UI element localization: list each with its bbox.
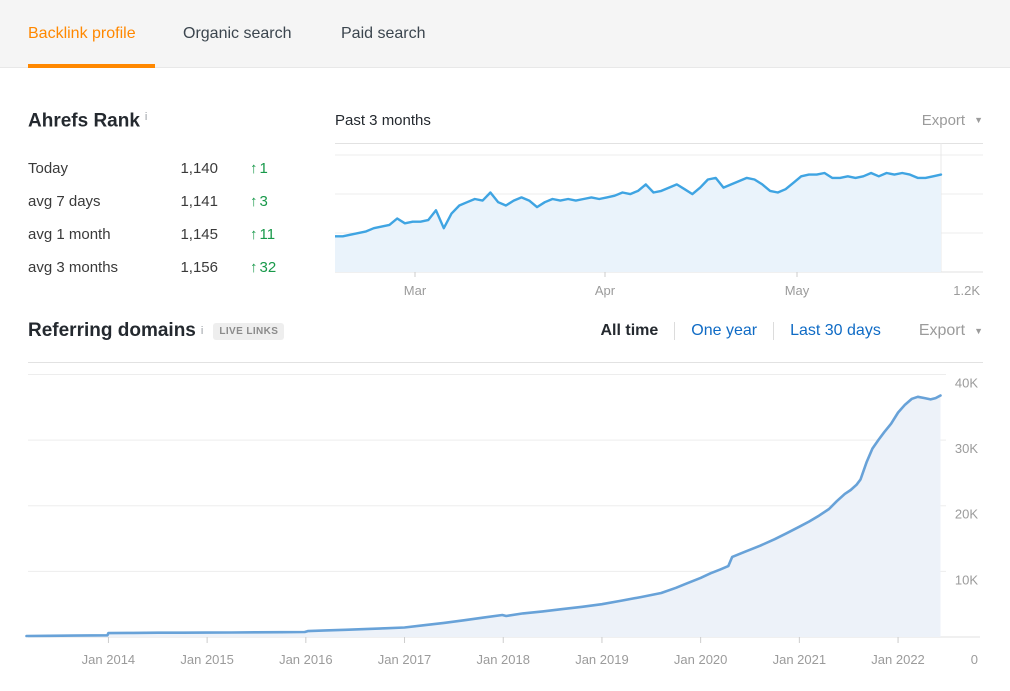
rank-chart[interactable]: Mar Apr May 1.2K — [335, 143, 983, 303]
x-axis-label: Apr — [595, 283, 616, 298]
rank-row-label: Today — [28, 160, 146, 177]
referring-domains-title: Referring domains — [28, 320, 196, 342]
x-axis-label: Jan 2014 — [82, 652, 136, 667]
info-icon[interactable]: i — [201, 325, 203, 337]
referring-export-button[interactable]: Export ▼ — [919, 322, 983, 340]
tab-organic-search[interactable]: Organic search — [183, 0, 292, 68]
rank-row-avg-3-months: avg 3 months 1,156 ↑32 — [28, 251, 288, 284]
filter-all-time[interactable]: All time — [600, 322, 658, 340]
x-axis-label: Jan 2016 — [279, 652, 333, 667]
tab-backlink-profile[interactable]: Backlink profile — [28, 0, 136, 68]
referring-domains-header: Referring domains i LIVE LINKS All time O… — [28, 314, 983, 348]
up-arrow-icon: ↑ — [250, 193, 258, 210]
caret-down-icon: ▼ — [974, 115, 983, 125]
caret-down-icon: ▼ — [974, 326, 983, 336]
rank-chart-header: Past 3 months Export ▼ — [335, 104, 983, 136]
up-arrow-icon: ↑ — [250, 160, 258, 177]
rank-delta-value: 32 — [260, 259, 277, 276]
x-axis-label: Jan 2019 — [575, 652, 629, 667]
tab-bar: Backlink profile Organic search Paid sea… — [0, 0, 1010, 68]
y-axis-label: 0 — [971, 652, 978, 667]
filter-one-year[interactable]: One year — [691, 322, 757, 340]
live-links-badge: LIVE LINKS — [213, 323, 284, 340]
y-axis-label: 30K — [955, 441, 978, 456]
tab-paid-search[interactable]: Paid search — [341, 0, 426, 68]
ahrefs-dashboard: Backlink profile Organic search Paid sea… — [0, 0, 1010, 691]
info-icon[interactable]: i — [145, 111, 147, 123]
rank-row-value: 1,156 — [146, 259, 218, 276]
rank-row-delta: ↑32 — [250, 259, 276, 276]
rank-row-delta: ↑3 — [250, 193, 268, 210]
x-axis-label: Jan 2020 — [674, 652, 728, 667]
rank-row-label: avg 3 months — [28, 259, 146, 276]
referring-domains-chart[interactable]: Jan 2014 Jan 2015 Jan 2016 Jan 2017 Jan 2018… — [0, 362, 1010, 674]
x-axis-label: Jan 2017 — [378, 652, 432, 667]
x-axis-label: Jan 2021 — [773, 652, 827, 667]
ahrefs-rank-title: Ahrefs Rank — [28, 110, 140, 131]
up-arrow-icon: ↑ — [250, 226, 258, 243]
filter-divider — [674, 322, 675, 340]
rank-row-today: Today 1,140 ↑1 — [28, 152, 288, 185]
rank-row-label: avg 7 days — [28, 193, 146, 210]
x-axis-label: Jan 2022 — [871, 652, 925, 667]
rank-row-delta: ↑11 — [250, 226, 275, 243]
x-axis-label: Jan 2015 — [180, 652, 234, 667]
rank-chart-title: Past 3 months — [335, 112, 431, 129]
y-axis-label: 10K — [955, 572, 978, 587]
rank-row-label: avg 1 month — [28, 226, 146, 243]
rank-row-avg-7-days: avg 7 days 1,141 ↑3 — [28, 185, 288, 218]
rank-row-value: 1,145 — [146, 226, 218, 243]
rank-delta-value: 11 — [260, 226, 276, 243]
y-axis-label: 20K — [955, 507, 978, 522]
up-arrow-icon: ↑ — [250, 259, 258, 276]
rank-delta-value: 3 — [260, 193, 268, 210]
x-axis-label: May — [785, 283, 810, 298]
y-axis-label: 1.2K — [953, 283, 980, 298]
ahrefs-rank-section: Ahrefs Rank i — [28, 103, 147, 131]
filter-divider — [773, 322, 774, 340]
active-tab-underline — [28, 64, 155, 68]
y-axis-label: 40K — [955, 375, 978, 390]
rank-row-delta: ↑1 — [250, 160, 268, 177]
rank-delta-value: 1 — [260, 160, 268, 177]
x-axis-label: Jan 2018 — [476, 652, 530, 667]
export-label: Export — [919, 322, 965, 340]
rank-row-value: 1,141 — [146, 193, 218, 210]
rank-area — [335, 173, 941, 272]
domains-area — [27, 396, 941, 638]
x-axis-label: Mar — [404, 283, 427, 298]
export-label: Export — [922, 112, 965, 129]
rank-chart-export-button[interactable]: Export ▼ — [922, 112, 983, 129]
filter-last-30-days[interactable]: Last 30 days — [790, 322, 881, 340]
rank-row-avg-1-month: avg 1 month 1,145 ↑11 — [28, 218, 288, 251]
rank-row-value: 1,140 — [146, 160, 218, 177]
